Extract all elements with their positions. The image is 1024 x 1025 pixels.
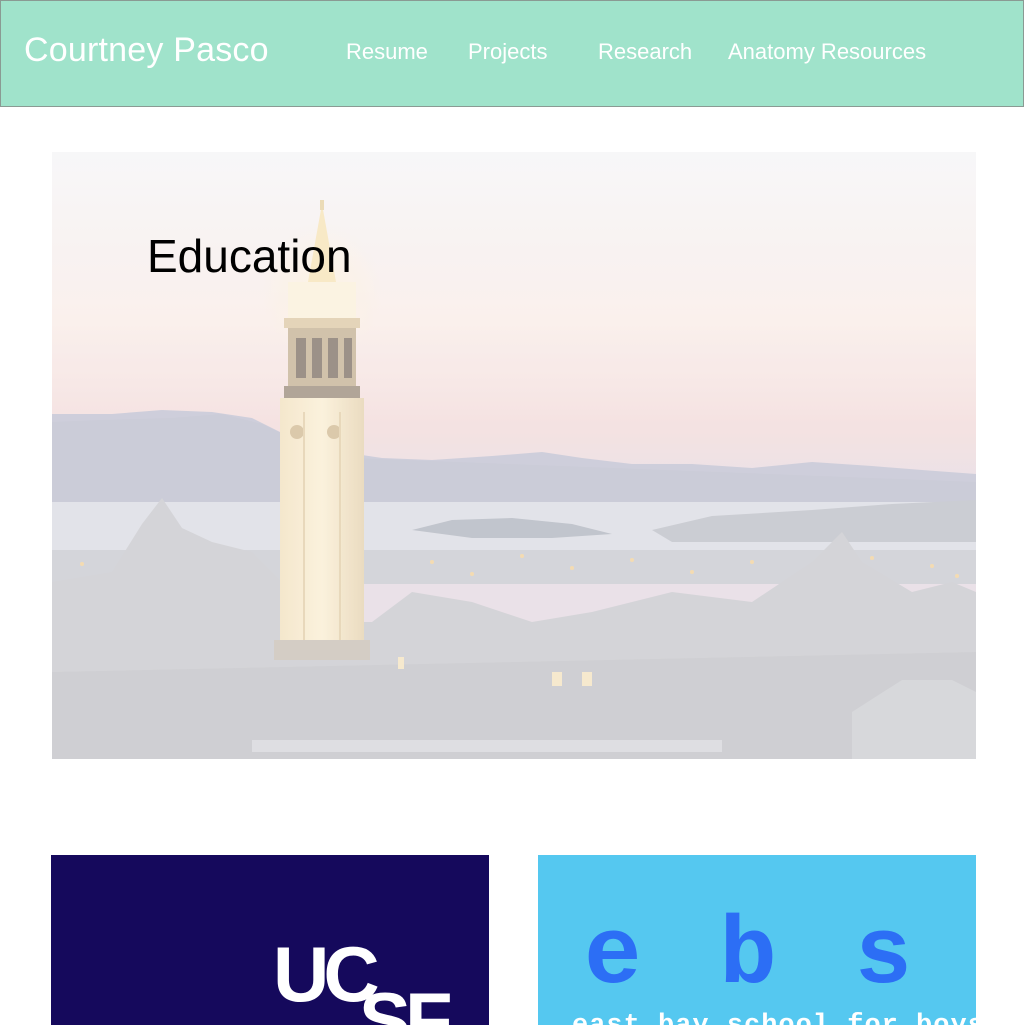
nav-link-anatomy-resources[interactable]: Anatomy Resources bbox=[728, 39, 926, 65]
svg-text:SF: SF bbox=[359, 976, 450, 1025]
ucsf-logo-image: UC SF bbox=[273, 935, 456, 1025]
hero-banner: Education bbox=[52, 152, 976, 759]
ebsb-logo-letters: e b s b bbox=[584, 902, 976, 1011]
page-title: Education bbox=[147, 230, 352, 282]
ucsf-card[interactable]: UC SF bbox=[51, 855, 489, 1025]
ebsb-card[interactable]: e b s b east bay school for boys bbox=[538, 855, 976, 1025]
ebsb-logo-tagline: east bay school for boys bbox=[572, 1011, 976, 1025]
nav-link-resume[interactable]: Resume bbox=[346, 39, 428, 65]
site-brand-link[interactable]: Courtney Pasco bbox=[24, 31, 269, 70]
nav-link-projects[interactable]: Projects bbox=[468, 39, 547, 65]
nav-link-research[interactable]: Research bbox=[598, 39, 692, 65]
top-navbar: Courtney Pasco Resume Projects Research … bbox=[0, 0, 1024, 107]
